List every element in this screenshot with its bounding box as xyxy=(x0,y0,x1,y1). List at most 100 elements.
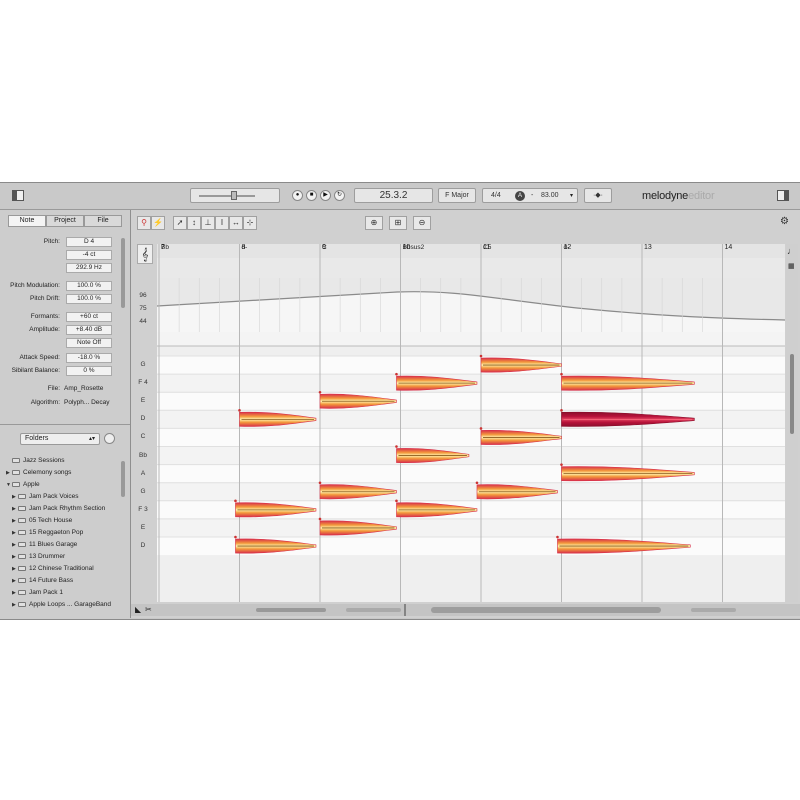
scale-snap-icon[interactable]: ⚲ xyxy=(137,216,151,230)
amplitude-tool-icon[interactable]: I xyxy=(215,216,229,230)
time-signature[interactable]: 4/4 xyxy=(491,189,501,202)
loop-icon[interactable]: ↻ xyxy=(334,190,345,201)
folder-item[interactable]: ▶ Celemony songs xyxy=(6,467,71,479)
tempo-tick: 75 xyxy=(139,305,147,312)
pitch-label: G xyxy=(140,361,146,368)
folders-dropdown-label: Folders xyxy=(25,435,49,442)
overview-waveform xyxy=(256,604,736,616)
attack-speed-field[interactable]: -18.0 % xyxy=(66,353,112,363)
tab-project[interactable]: Project xyxy=(46,215,84,227)
pitch-drift-label: Pitch Drift: xyxy=(30,295,60,302)
chord-lane xyxy=(157,332,785,346)
folder-label: Jam Pack 1 xyxy=(29,589,63,596)
pitch-drift-field[interactable]: 100.0 % xyxy=(66,294,112,304)
vertical-scrollbar[interactable]: ♩ ▦ xyxy=(786,244,798,602)
pitch-row xyxy=(157,392,785,411)
browser-scrollbar[interactable] xyxy=(121,461,125,497)
folders-dropdown[interactable]: Folders ▴▾ xyxy=(20,433,100,445)
keyboard-icon[interactable]: ▦ xyxy=(788,262,795,270)
key-selector[interactable]: F Major xyxy=(438,188,476,203)
folder-icon xyxy=(12,469,20,475)
folder-item[interactable]: ▶ Apple Loops ... GarageBand xyxy=(12,599,111,611)
stop-button[interactable]: ■ xyxy=(306,190,317,201)
separation-tool-icon[interactable]: ⊹ xyxy=(243,216,257,230)
tempo-box[interactable]: 4/4 A - 83.00 ▾ xyxy=(482,188,578,203)
note-start-dot xyxy=(479,354,483,358)
pitch-label: E xyxy=(140,523,146,531)
note-start-dot xyxy=(238,409,241,412)
pitch-hz-field[interactable]: 292.9 Hz xyxy=(66,263,112,273)
zoom-in-icon[interactable]: ⊕ xyxy=(365,216,383,230)
correct-pitch-icon[interactable]: ⚡ xyxy=(151,216,165,230)
pitch-tool-icon[interactable]: ↕ xyxy=(187,216,201,230)
timing-tool-icon[interactable]: ↔ xyxy=(229,216,243,230)
file-value: Amp_Rosette xyxy=(64,385,104,392)
overview-strip[interactable]: ◣ ✂ xyxy=(131,604,800,616)
chord-label: Bb xyxy=(161,244,169,251)
folder-item[interactable]: Jazz Sessions xyxy=(6,455,65,467)
volume-slider[interactable] xyxy=(190,188,280,203)
tab-note[interactable]: Note xyxy=(8,215,46,227)
folder-item[interactable]: ▶ 13 Drummer xyxy=(12,551,65,563)
pitch-label: Pitch: xyxy=(43,238,60,245)
folder-item[interactable]: ▶ 15 Reggaeton Pop xyxy=(12,527,83,539)
folder-item[interactable]: ▶ 05 Tech House xyxy=(12,515,72,527)
note-off-button[interactable]: Note Off xyxy=(66,338,112,348)
pitch-label: C xyxy=(140,433,146,441)
zoom-out-icon[interactable]: ⊖ xyxy=(413,216,431,230)
note-start-dot xyxy=(475,481,479,485)
vertical-scroll-thumb[interactable] xyxy=(790,354,794,434)
folder-item[interactable]: ▼ Apple xyxy=(6,479,40,491)
tempo-mode-icon[interactable]: A xyxy=(515,191,525,201)
record-button[interactable]: ● xyxy=(292,190,303,201)
folder-item[interactable]: ▶ 11 Blues Garage xyxy=(12,539,77,551)
folder-label: 11 Blues Garage xyxy=(29,541,78,548)
folder-label: 15 Reggaeton Pop xyxy=(29,529,84,536)
main-tool-icon[interactable]: ➚ xyxy=(173,216,187,230)
folder-item[interactable]: ▶ Jam Pack Voices xyxy=(12,491,79,503)
right-panel-toggle-icon[interactable] xyxy=(777,190,789,201)
amplitude-label: Amplitude: xyxy=(29,326,60,333)
chevron-down-icon: ▴▾ xyxy=(88,436,95,442)
formant-tool-icon[interactable]: ⊥ xyxy=(201,216,215,230)
pitch-row xyxy=(157,356,785,375)
pitch-row xyxy=(157,446,785,465)
pitch-label: Bb xyxy=(139,451,147,459)
folder-icon xyxy=(18,529,26,535)
settings-gear-icon[interactable]: ⚙ xyxy=(780,216,789,227)
tempo-minus[interactable]: - xyxy=(531,189,533,202)
inspector-scrollbar[interactable] xyxy=(121,238,125,308)
note-start-dot xyxy=(395,499,398,503)
pitch-row xyxy=(157,518,785,537)
note-start-dot xyxy=(560,409,563,412)
note-start-dot xyxy=(560,372,563,376)
folder-item[interactable]: ▶ 14 Future Bass xyxy=(12,575,73,587)
logo-main: melodyne xyxy=(642,190,689,202)
folder-icon xyxy=(18,517,26,523)
chord-label: Bbsus2 xyxy=(402,244,425,251)
folder-item[interactable]: ▶ Jam Pack Rhythm Section xyxy=(12,503,105,515)
sibilant-balance-label: Sibilant Balance: xyxy=(11,367,60,374)
midi-sync-icon[interactable]: ·◆· xyxy=(584,188,612,203)
pitch-modulation-field[interactable]: 100.0 % xyxy=(66,281,112,291)
folder-label: Jam Pack Rhythm Section xyxy=(29,505,106,512)
sibilant-balance-field[interactable]: 0 % xyxy=(66,366,112,376)
position-display[interactable]: 25.3.2 xyxy=(354,188,433,203)
folder-item[interactable]: ▶ Jam Pack 1 xyxy=(12,587,63,599)
zoom-fit-icon[interactable]: ⊞ xyxy=(389,216,407,230)
amplitude-field[interactable]: +8.40 dB xyxy=(66,325,112,335)
tempo-dropdown-icon[interactable]: ▾ xyxy=(570,192,573,199)
left-panel-toggle-icon[interactable] xyxy=(12,190,24,201)
algorithm-label: Algorithm: xyxy=(30,399,60,406)
note-value-icon[interactable]: ♩ xyxy=(787,246,796,256)
tempo-value[interactable]: 83.00 xyxy=(541,189,559,202)
tab-file[interactable]: File xyxy=(84,215,122,227)
folder-item[interactable]: ▶ 12 Chinese Traditional xyxy=(12,563,94,575)
play-button[interactable]: ▶ xyxy=(320,190,331,201)
formants-field[interactable]: +60 ct xyxy=(66,312,112,322)
browser-search-icon[interactable] xyxy=(104,433,115,444)
pitch-note-field[interactable]: D 4 xyxy=(66,237,112,247)
pitch-grid: 7 8 9 10 11 12 13 14 Bb d- C Bbsus2 C5 d- 96 75 44 G F 4ED… xyxy=(138,244,785,602)
pitch-cents-field[interactable]: -4 ct xyxy=(66,250,112,260)
track-lane xyxy=(157,258,785,278)
